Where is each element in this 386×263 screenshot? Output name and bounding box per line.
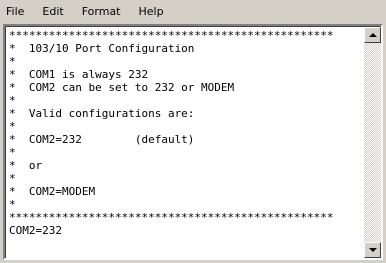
text-line: ****************************************… (9, 29, 334, 42)
text-line: * (9, 94, 16, 107)
text-line: * (9, 146, 16, 159)
text-area[interactable]: ****************************************… (6, 27, 364, 258)
text-line: * (9, 198, 16, 211)
text-line: * COM2=232 (default) (9, 133, 195, 146)
menu-format[interactable]: Format (80, 5, 123, 18)
text-line: ****************************************… (9, 211, 334, 224)
text-line: * 103/10 Port Configuration (9, 42, 195, 55)
text-editor[interactable]: ****************************************… (5, 26, 381, 258)
menu-help[interactable]: Help (137, 5, 166, 18)
menu-edit[interactable]: Edit (40, 5, 65, 18)
text-line: * (9, 120, 16, 133)
editor-frame: ****************************************… (3, 24, 383, 260)
arrow-down-icon (368, 248, 377, 252)
text-line: * COM1 is always 232 (9, 68, 149, 81)
scroll-up-button[interactable] (364, 27, 381, 43)
scroll-down-button[interactable] (364, 242, 381, 258)
text-line: * COM2 can be set to 232 or MODEM (9, 81, 235, 94)
text-line: * COM2=MODEM (9, 185, 96, 198)
menu-file[interactable]: File (4, 5, 26, 18)
text-line: COM2=232 (9, 224, 62, 237)
menu-bar: File Edit Format Help (0, 0, 386, 22)
arrow-up-icon (368, 33, 377, 37)
vertical-scrollbar[interactable] (364, 27, 381, 258)
notepad-window: File Edit Format Help ******************… (0, 0, 386, 263)
text-line: * (9, 55, 16, 68)
text-line: * Valid configurations are: (9, 107, 195, 120)
text-line: * (9, 172, 16, 185)
text-line: * or (9, 159, 43, 172)
